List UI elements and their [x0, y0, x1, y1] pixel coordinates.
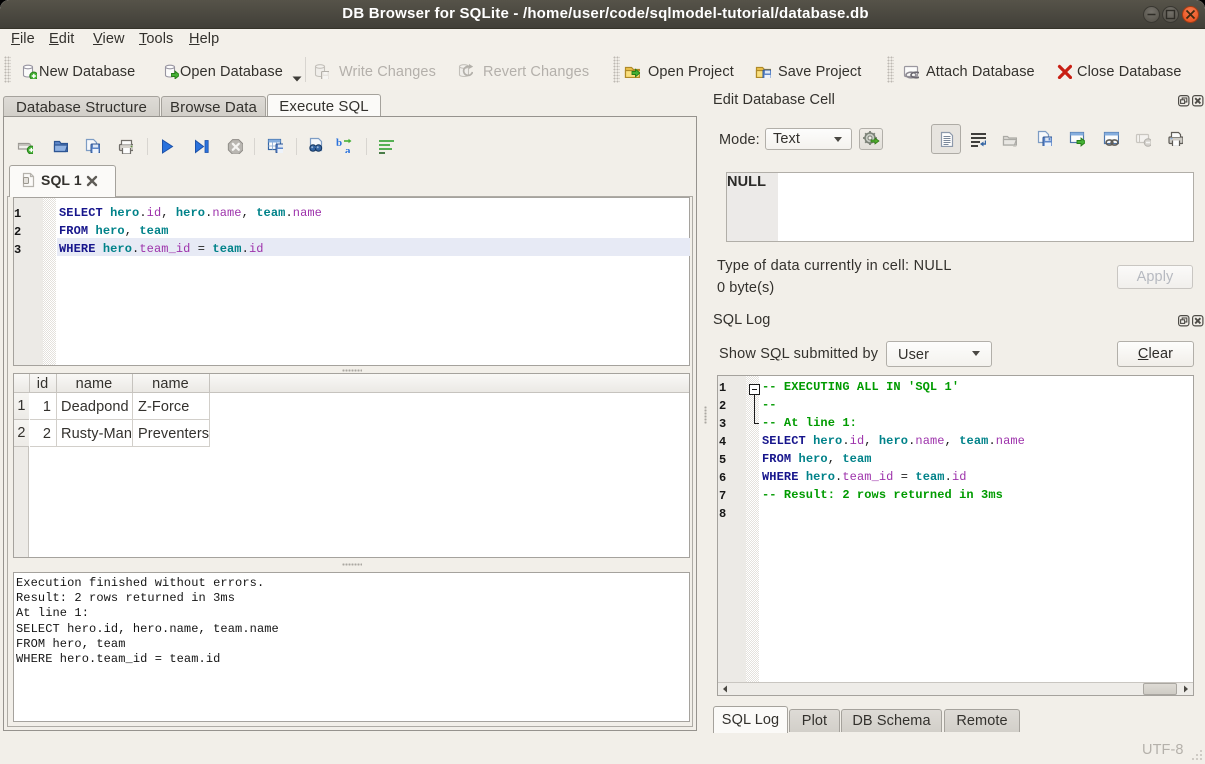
svg-text:a: a	[345, 145, 351, 153]
svg-text:b: b	[336, 137, 342, 149]
